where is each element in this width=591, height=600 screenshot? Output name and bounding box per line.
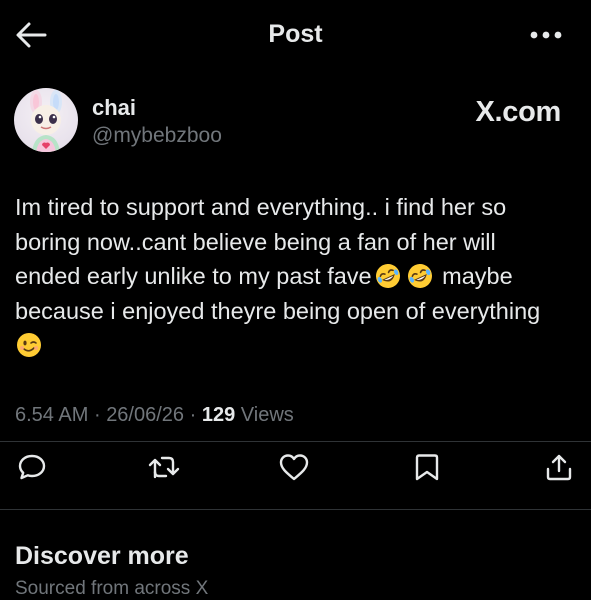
rolling-on-floor-laughing-emoji	[375, 264, 400, 288]
tweet-line-segment: ended early unlike to my past fave	[15, 263, 372, 289]
separator: ·	[189, 404, 197, 426]
views-label: Views	[240, 404, 294, 426]
author-display-name[interactable]: chai	[92, 95, 136, 121]
tweet-time[interactable]: 6.54 AM	[15, 404, 88, 426]
tweet-line	[15, 328, 581, 363]
avatar-image	[30, 90, 62, 152]
divider	[0, 509, 591, 510]
discover-more-subtitle: Sourced from across X	[15, 578, 209, 599]
more-options-button[interactable]	[526, 22, 566, 48]
more-horizontal-icon	[530, 31, 562, 39]
tweet-line: because i enjoyed theyre being open of e…	[15, 297, 541, 324]
avatar[interactable]	[14, 88, 78, 152]
views-count[interactable]: 129	[202, 404, 235, 426]
retweet-button[interactable]	[144, 447, 184, 487]
share-button[interactable]	[539, 447, 579, 487]
tweet-meta: 6.54 AM · 26/06/26 · 129 Views	[15, 404, 294, 427]
like-button[interactable]	[274, 447, 314, 487]
divider	[0, 441, 591, 442]
tweet-line: ended early unlike to my past fave maybe	[15, 259, 581, 294]
tweet-date[interactable]: 26/06/26	[106, 404, 184, 426]
author-handle[interactable]: @mybebzboo	[92, 124, 222, 148]
bookmark-icon	[415, 454, 439, 481]
share-icon	[546, 454, 572, 481]
bookmark-button[interactable]	[407, 447, 447, 487]
discover-more-heading: Discover more	[15, 542, 189, 570]
tweet-text: Im tired to support and everything.. i f…	[15, 190, 581, 363]
rolling-on-floor-laughing-emoji	[407, 264, 432, 288]
page-title: Post	[268, 20, 323, 48]
tweet-line: Im tired to support and everything.. i f…	[15, 194, 507, 220]
retweet-icon	[148, 456, 180, 479]
reply-button[interactable]	[12, 447, 52, 487]
tweet-line: boring now..cant believe being a fan of …	[15, 228, 496, 255]
winking-face-emoji	[17, 333, 41, 357]
source-label: X.com	[475, 96, 561, 128]
separator: ·	[93, 404, 101, 426]
like-icon	[279, 454, 309, 481]
tweet-line-segment: maybe	[442, 263, 513, 289]
reply-icon	[18, 454, 46, 480]
